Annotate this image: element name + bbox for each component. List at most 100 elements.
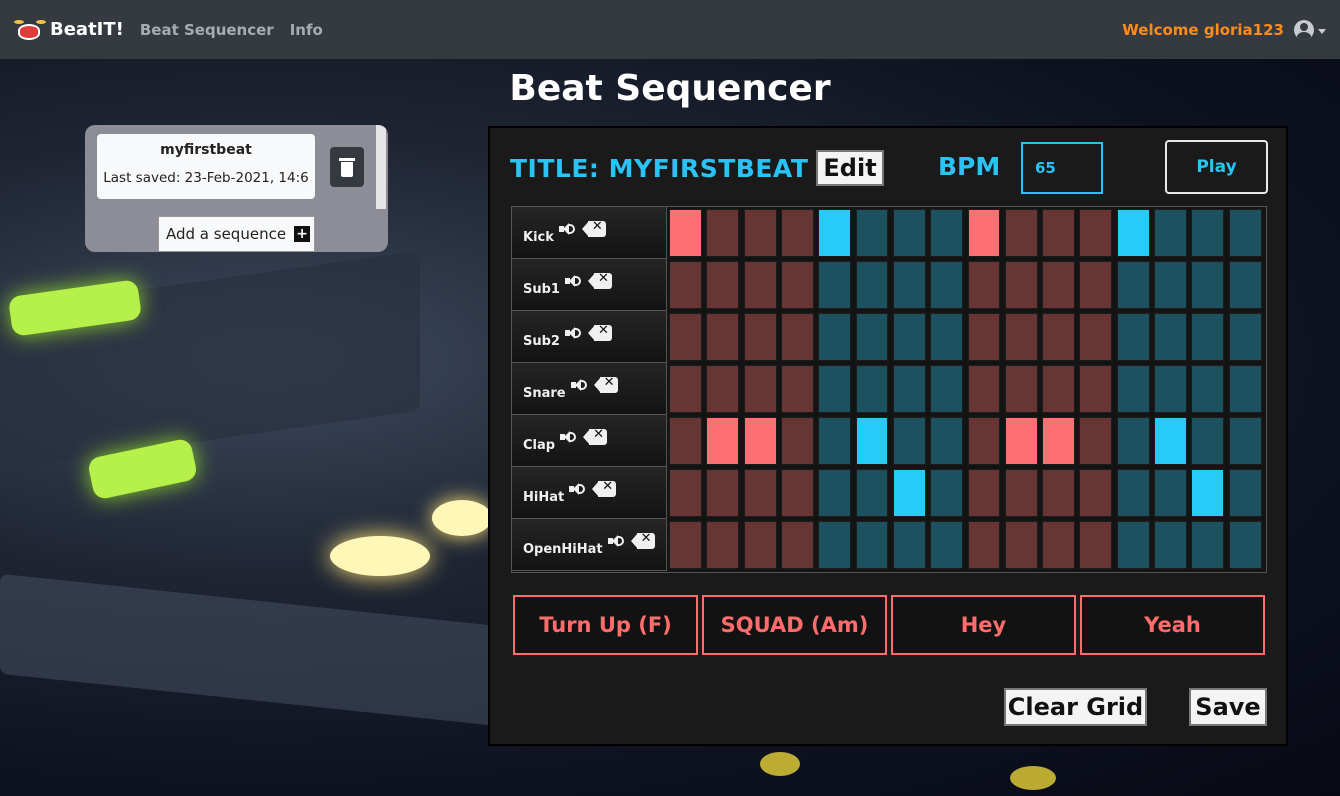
step-cell[interactable]	[930, 365, 964, 413]
step-cell[interactable]	[780, 469, 814, 517]
backspace-icon[interactable]: ✕	[581, 219, 606, 237]
step-cell[interactable]	[669, 313, 702, 361]
step-cell[interactable]	[1154, 313, 1187, 361]
step-cell[interactable]	[818, 261, 852, 309]
pad-hey[interactable]: Hey	[891, 595, 1076, 655]
backspace-icon[interactable]: ✕	[593, 375, 618, 393]
step-cell[interactable]	[669, 209, 702, 257]
step-cell[interactable]	[669, 417, 702, 465]
step-cell[interactable]	[1228, 261, 1262, 309]
step-cell[interactable]	[1116, 521, 1150, 569]
step-cell[interactable]	[930, 261, 964, 309]
nav-link-beat-sequencer[interactable]: Beat Sequencer	[140, 21, 274, 39]
step-cell[interactable]	[1004, 469, 1038, 517]
step-cell[interactable]	[892, 469, 926, 517]
step-cell[interactable]	[706, 417, 740, 465]
step-cell[interactable]	[669, 469, 702, 517]
step-cell[interactable]	[1154, 521, 1187, 569]
step-cell[interactable]	[967, 469, 1001, 517]
user-menu[interactable]: Welcome gloria123	[1122, 19, 1326, 40]
step-cell[interactable]	[1116, 365, 1150, 413]
step-cell[interactable]	[780, 313, 814, 361]
speaker-icon[interactable]	[564, 274, 582, 288]
step-cell[interactable]	[706, 209, 740, 257]
add-sequence-button[interactable]: Add a sequence +	[158, 216, 315, 252]
nav-link-info[interactable]: Info	[290, 21, 323, 39]
step-cell[interactable]	[1191, 521, 1225, 569]
step-cell[interactable]	[669, 521, 702, 569]
pad-squad[interactable]: SQUAD (Am)	[702, 595, 887, 655]
step-cell[interactable]	[1191, 365, 1225, 413]
backspace-icon[interactable]: ✕	[583, 427, 608, 445]
step-cell[interactable]	[780, 521, 814, 569]
step-cell[interactable]	[1042, 365, 1076, 413]
edit-title-button[interactable]: Edit	[816, 150, 884, 186]
step-cell[interactable]	[1079, 261, 1113, 309]
delete-sequence-button[interactable]	[330, 147, 364, 187]
step-cell[interactable]	[1154, 209, 1187, 257]
step-cell[interactable]	[967, 365, 1001, 413]
step-cell[interactable]	[892, 209, 926, 257]
step-cell[interactable]	[855, 209, 889, 257]
step-cell[interactable]	[892, 417, 926, 465]
step-cell[interactable]	[1228, 365, 1262, 413]
scrollbar[interactable]	[376, 125, 386, 209]
step-cell[interactable]	[1116, 209, 1150, 257]
step-cell[interactable]	[1116, 313, 1150, 361]
step-cell[interactable]	[1004, 209, 1038, 257]
step-cell[interactable]	[855, 469, 889, 517]
bpm-input[interactable]: 65	[1021, 142, 1103, 194]
step-cell[interactable]	[743, 469, 777, 517]
step-cell[interactable]	[1042, 209, 1076, 257]
step-cell[interactable]	[818, 469, 852, 517]
step-cell[interactable]	[706, 261, 740, 309]
step-cell[interactable]	[706, 469, 740, 517]
step-cell[interactable]	[818, 521, 852, 569]
step-cell[interactable]	[706, 313, 740, 361]
backspace-icon[interactable]: ✕	[592, 479, 617, 497]
step-cell[interactable]	[1004, 521, 1038, 569]
step-cell[interactable]	[818, 313, 852, 361]
step-cell[interactable]	[706, 365, 740, 413]
step-cell[interactable]	[892, 521, 926, 569]
step-cell[interactable]	[1042, 469, 1076, 517]
step-cell[interactable]	[1042, 313, 1076, 361]
step-cell[interactable]	[967, 521, 1001, 569]
step-cell[interactable]	[892, 261, 926, 309]
step-cell[interactable]	[1079, 521, 1113, 569]
step-cell[interactable]	[1079, 313, 1113, 361]
step-cell[interactable]	[1116, 469, 1150, 517]
speaker-icon[interactable]	[570, 378, 588, 392]
step-cell[interactable]	[1004, 261, 1038, 309]
step-cell[interactable]	[855, 417, 889, 465]
step-cell[interactable]	[1228, 521, 1262, 569]
step-cell[interactable]	[1004, 313, 1038, 361]
speaker-icon[interactable]	[569, 482, 586, 496]
play-button[interactable]: Play	[1165, 140, 1268, 194]
step-cell[interactable]	[855, 521, 889, 569]
step-cell[interactable]	[1191, 313, 1225, 361]
step-cell[interactable]	[1079, 209, 1113, 257]
step-cell[interactable]	[1079, 417, 1113, 465]
speaker-icon[interactable]	[560, 430, 577, 444]
step-cell[interactable]	[706, 521, 740, 569]
step-cell[interactable]	[780, 261, 814, 309]
step-cell[interactable]	[1116, 261, 1150, 309]
step-cell[interactable]	[930, 417, 964, 465]
step-cell[interactable]	[743, 521, 777, 569]
step-cell[interactable]	[1228, 417, 1262, 465]
step-cell[interactable]	[1154, 261, 1187, 309]
step-cell[interactable]	[780, 365, 814, 413]
step-cell[interactable]	[1116, 417, 1150, 465]
step-cell[interactable]	[1042, 521, 1076, 569]
step-cell[interactable]	[967, 209, 1001, 257]
step-cell[interactable]	[930, 521, 964, 569]
step-cell[interactable]	[1042, 417, 1076, 465]
step-cell[interactable]	[818, 209, 852, 257]
step-cell[interactable]	[1228, 209, 1262, 257]
step-cell[interactable]	[967, 417, 1001, 465]
backspace-icon[interactable]: ✕	[587, 271, 612, 289]
step-cell[interactable]	[930, 313, 964, 361]
user-circle-icon[interactable]	[1294, 19, 1314, 40]
step-cell[interactable]	[780, 209, 814, 257]
